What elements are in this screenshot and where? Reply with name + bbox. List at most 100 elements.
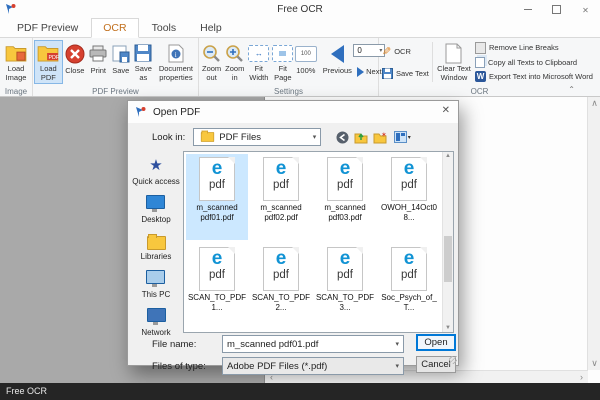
back-icon (336, 131, 349, 144)
fit-width-button[interactable]: ↔ Fit Width (246, 40, 271, 84)
place-this-pc[interactable]: This PC (142, 270, 170, 299)
remove-line-breaks-icon (475, 42, 486, 54)
remove-line-breaks-button[interactable]: Remove Line Breaks (473, 41, 561, 55)
close-pdf-button[interactable]: Close (63, 40, 87, 84)
back-button[interactable] (334, 129, 350, 145)
clear-text-window-button[interactable]: Clear Text Window (435, 40, 473, 84)
clear-text-icon (445, 42, 462, 64)
look-in-row: Look in: PDF Files ▾ ✶ ▾ (128, 126, 458, 148)
window-controls (513, 0, 600, 18)
svg-text:PDF: PDF (49, 55, 60, 61)
zoom-100-button[interactable]: 100 100% (294, 40, 317, 84)
new-folder-icon: ✶ (373, 131, 387, 144)
window-title: Free OCR (0, 4, 600, 15)
tab-pdf-preview[interactable]: PDF Preview (6, 19, 89, 37)
zoom-out-button[interactable]: Zoom out (200, 40, 223, 84)
open-pdf-dialog: Open PDF ✕ Look in: PDF Files ▾ ✶ ▾ (127, 100, 459, 366)
minimize-button[interactable] (513, 0, 542, 18)
file-item[interactable]: epdf SCAN_TO_PDF3... (314, 244, 376, 330)
scrollbar-thumb[interactable] (444, 236, 452, 282)
pdf-file-icon: epdf (263, 247, 299, 291)
print-button[interactable]: Print (87, 40, 110, 84)
copy-icon (475, 57, 485, 68)
up-one-level-icon (354, 131, 368, 144)
load-image-button[interactable]: Load Image (1, 40, 31, 84)
copy-all-texts-button[interactable]: Copy all Texts to Clipboard (473, 56, 579, 69)
file-item[interactable]: epdf SCAN_TO_PDF1... (186, 244, 248, 330)
next-arrow-icon (357, 67, 364, 77)
dialog-title: Open PDF (153, 107, 200, 118)
scroll-down-icon[interactable]: ∨ (588, 357, 600, 370)
save-button[interactable]: Save (110, 40, 132, 84)
zoom-in-button[interactable]: Zoom in (223, 40, 246, 84)
star-icon (149, 157, 162, 175)
scroll-down-icon[interactable]: ▼ (443, 325, 453, 331)
file-item[interactable]: epdf m_scanned pdf01.pdf (186, 154, 248, 240)
word-icon: W (475, 71, 486, 82)
save-as-button[interactable]: Save as (132, 40, 155, 84)
dialog-app-icon (135, 106, 147, 118)
view-menu-button[interactable]: ▾ (391, 129, 413, 145)
load-pdf-button[interactable]: PDF Load PDF (34, 40, 63, 84)
place-quick-access[interactable]: Quick access (132, 157, 180, 186)
new-folder-button[interactable]: ✶ (372, 129, 388, 145)
ribbon-collapse-button[interactable]: ⌃ (568, 85, 575, 94)
export-to-word-button[interactable]: W Export Text into Microsoft Word (473, 70, 595, 83)
tab-help[interactable]: Help (189, 19, 233, 37)
close-button[interactable] (571, 0, 600, 18)
minimize-icon (524, 9, 532, 10)
places-sidebar: Quick access Desktop Libraries This PC N… (131, 151, 181, 329)
tab-tools[interactable]: Tools (141, 19, 188, 37)
resize-grip[interactable] (449, 356, 457, 364)
place-libraries[interactable]: Libraries (141, 233, 172, 261)
place-network[interactable]: Network (141, 308, 170, 337)
scroll-up-icon[interactable]: ▲ (443, 153, 453, 159)
look-in-dropdown[interactable]: PDF Files ▾ (193, 128, 321, 146)
file-name-input[interactable]: m_scanned pdf01.pdf ▾ (222, 335, 404, 353)
file-name-label: File name: (152, 339, 214, 350)
status-text: Free OCR (6, 386, 47, 396)
printer-icon (88, 42, 108, 66)
document-properties-button[interactable]: i Document properties (155, 40, 197, 84)
document-properties-icon: i (168, 42, 184, 64)
fit-page-button[interactable]: Fit Page (271, 40, 294, 84)
file-item[interactable]: epdf OWOH_14Oct08... (378, 154, 440, 240)
file-item[interactable]: epdf m_scanned pdf02.pdf (250, 154, 312, 240)
place-desktop[interactable]: Desktop (141, 195, 170, 224)
save-icon (112, 42, 130, 66)
scroll-up-icon[interactable]: ∧ (588, 97, 600, 110)
ribbon: Load Image Image PDF Load PDF Close (0, 38, 600, 97)
pdf-file-icon: epdf (199, 157, 235, 201)
pdf-file-icon: epdf (391, 247, 427, 291)
dialog-close-icon[interactable]: ✕ (442, 105, 450, 116)
folder-image-icon (5, 42, 27, 64)
previous-page-button[interactable]: Previous (321, 40, 353, 84)
file-item[interactable]: epdf SCAN_TO_PDF2... (250, 244, 312, 330)
file-list-scrollbar[interactable]: ▲ ▼ (442, 152, 453, 332)
file-item[interactable]: epdf Soc_Psych_of_T... (378, 244, 440, 330)
maximize-button[interactable] (542, 0, 571, 18)
file-item[interactable]: epdf m_scanned pdf03.pdf (314, 154, 376, 240)
separator (432, 42, 433, 82)
tab-ocr[interactable]: OCR (91, 18, 138, 38)
chevron-down-icon: ▾ (395, 362, 399, 370)
this-pc-icon (146, 270, 165, 284)
chevron-down-icon: ▾ (395, 340, 399, 348)
text-vertical-scrollbar[interactable]: ∧ ∨ (587, 97, 600, 370)
up-one-level-button[interactable] (353, 129, 369, 145)
previous-arrow-icon (331, 42, 344, 66)
group-label-ocr: OCR (379, 87, 580, 96)
folder-icon (201, 132, 214, 142)
files-of-type-dropdown[interactable]: Adobe PDF Files (*.pdf) ▾ (222, 357, 404, 375)
zoom-100-icon: 100 (295, 42, 317, 66)
maximize-icon (552, 5, 561, 14)
chevron-down-icon: ▾ (408, 134, 411, 141)
ribbon-group-ocr: OCR Save Text Clear Text Window Remove L… (379, 38, 580, 96)
ocr-button[interactable]: OCR (380, 44, 413, 59)
ocr-pen-icon (382, 45, 391, 58)
zoom-out-icon (202, 42, 221, 64)
view-menu-icon (394, 131, 407, 143)
status-bar: Free OCR (0, 383, 600, 400)
open-button[interactable]: Open (416, 334, 456, 351)
save-text-button[interactable]: Save Text (380, 67, 431, 80)
